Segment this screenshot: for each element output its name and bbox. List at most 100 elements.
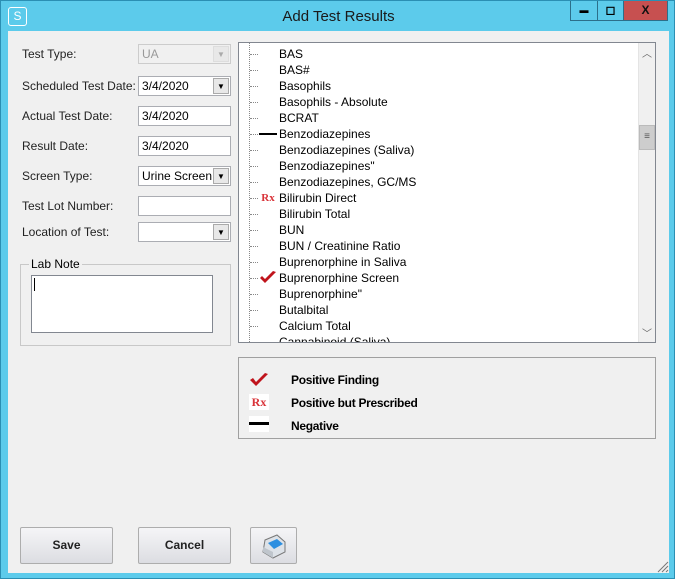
print-button[interactable] (250, 527, 297, 564)
test-name: Bilirubin Total (279, 207, 351, 221)
empty-marker (259, 78, 277, 94)
test-list-item[interactable]: BAS (239, 46, 634, 62)
scroll-up-icon[interactable]: ︿ (642, 45, 652, 60)
scheduled-date-picker[interactable]: 3/4/2020 ▼ (138, 76, 231, 96)
test-list-item[interactable]: BUN / Creatinine Ratio (239, 238, 634, 254)
test-list-item[interactable]: Benzodiazepines (239, 126, 634, 142)
test-list-item[interactable]: Cannabinoid (Saliva) (239, 334, 634, 343)
test-name: Benzodiazepines, GC/MS (279, 175, 417, 189)
test-name: BUN (279, 223, 305, 237)
test-type-label: Test Type: (22, 47, 77, 61)
test-name: Buprenorphine Screen (279, 271, 400, 285)
lab-note-label: Lab Note (29, 257, 82, 271)
test-name: Basophils - Absolute (279, 95, 388, 109)
empty-marker (259, 286, 277, 302)
maximize-button[interactable]: ◻ (597, 1, 624, 21)
checkmark-icon (250, 373, 268, 386)
empty-marker (259, 110, 277, 126)
legend-box: Positive Finding Rx Positive but Prescri… (238, 357, 656, 439)
test-list-item[interactable]: BCRAT (239, 110, 634, 126)
test-list-item[interactable]: Buprenorphine in Saliva (239, 254, 634, 270)
test-name: Cannabinoid (Saliva) (279, 335, 391, 343)
legend-prescribed-label: Positive but Prescribed (291, 396, 418, 410)
empty-marker (259, 46, 277, 62)
location-select[interactable]: ▼ (138, 222, 231, 242)
save-button[interactable]: Save (20, 527, 113, 564)
actual-date-label: Actual Test Date: (22, 109, 113, 123)
test-name: Basophils (279, 79, 332, 93)
chevron-down-icon[interactable]: ▼ (213, 224, 229, 240)
resize-grip-icon[interactable] (657, 561, 669, 573)
test-name: Calcium Total (279, 319, 351, 333)
chevron-down-icon[interactable]: ▼ (213, 78, 229, 94)
actual-date-field[interactable]: 3/4/2020 (138, 106, 231, 126)
result-date-label: Result Date: (22, 139, 89, 153)
result-date-field[interactable]: 3/4/2020 (138, 136, 231, 156)
printer-icon (261, 534, 285, 559)
test-list-item[interactable]: Buprenorphine Screen (239, 270, 634, 286)
test-list-item[interactable]: Basophils (239, 78, 634, 94)
location-label: Location of Test: (22, 225, 110, 239)
lot-number-field[interactable] (138, 196, 231, 216)
test-name: BUN / Creatinine Ratio (279, 239, 401, 253)
test-list-item[interactable]: Bilirubin Total (239, 206, 634, 222)
test-name: Benzodiazepines" (279, 159, 375, 173)
vertical-scrollbar[interactable]: ︿ ≡ ﹀ (638, 43, 655, 342)
screen-type-value: Urine Screen (142, 169, 213, 183)
rx-icon: Rx (259, 190, 277, 206)
scroll-down-icon[interactable]: ﹀ (642, 325, 652, 340)
screen-type-select[interactable]: Urine Screen ▼ (138, 166, 231, 186)
test-name: Bilirubin Direct (279, 191, 357, 205)
close-button[interactable]: X (623, 1, 668, 21)
empty-marker (259, 62, 277, 78)
lot-number-label: Test Lot Number: (22, 199, 114, 213)
test-list-item[interactable]: Calcium Total (239, 318, 634, 334)
chevron-down-icon: ▼ (213, 46, 229, 62)
empty-marker (259, 206, 277, 222)
scheduled-date-value: 3/4/2020 (142, 79, 189, 93)
test-list-item[interactable]: Rx Bilirubin Direct (239, 190, 634, 206)
app-icon: S (8, 7, 27, 26)
test-list-item[interactable]: Basophils - Absolute (239, 94, 634, 110)
test-name: Buprenorphine in Saliva (279, 255, 407, 269)
empty-marker (259, 334, 277, 342)
test-type-value: UA (142, 47, 159, 61)
screen-type-label: Screen Type: (22, 169, 93, 183)
lab-note-group: Lab Note (20, 257, 231, 346)
test-name: BAS (279, 47, 304, 61)
negative-dash-icon (259, 126, 277, 142)
test-list-item[interactable]: BUN (239, 222, 634, 238)
empty-marker (259, 142, 277, 158)
chevron-down-icon[interactable]: ▼ (213, 168, 229, 184)
window: Add Test Results S ▬ ◻ X Test Type: UA ▼ … (0, 0, 675, 579)
test-list-item[interactable]: Butalbital (239, 302, 634, 318)
empty-marker (259, 318, 277, 334)
test-list-item[interactable]: Buprenorphine" (239, 286, 634, 302)
empty-marker (259, 254, 277, 270)
test-name: Benzodiazepines (Saliva) (279, 143, 415, 157)
test-tree-list[interactable]: BAS BAS# Basophils Basophils - Absolute BCRA… (238, 42, 656, 343)
rx-icon: Rx (249, 394, 269, 410)
scheduled-date-label: Scheduled Test Date: (22, 79, 136, 93)
test-list-item[interactable]: BAS# (239, 62, 634, 78)
test-name: BAS# (279, 63, 310, 77)
test-name: BCRAT (279, 111, 319, 125)
scrollbar-thumb[interactable]: ≡ (639, 125, 655, 150)
empty-marker (259, 94, 277, 110)
empty-marker (259, 302, 277, 318)
test-name: Butalbital (279, 303, 329, 317)
test-list-item[interactable]: Benzodiazepines (Saliva) (239, 142, 634, 158)
test-type-select[interactable]: UA ▼ (138, 44, 231, 64)
test-list-item[interactable]: Benzodiazepines, GC/MS (239, 174, 634, 190)
tree-line (250, 342, 262, 343)
lab-note-textarea[interactable] (31, 275, 213, 333)
text-cursor (34, 278, 35, 291)
test-list-item[interactable]: Benzodiazepines" (239, 158, 634, 174)
checkmark-icon (259, 270, 277, 286)
empty-marker (259, 174, 277, 190)
minimize-button[interactable]: ▬ (570, 1, 598, 21)
empty-marker (259, 238, 277, 254)
test-name: Buprenorphine" (279, 287, 362, 301)
cancel-button[interactable]: Cancel (138, 527, 231, 564)
legend-negative-label: Negative (291, 419, 339, 433)
